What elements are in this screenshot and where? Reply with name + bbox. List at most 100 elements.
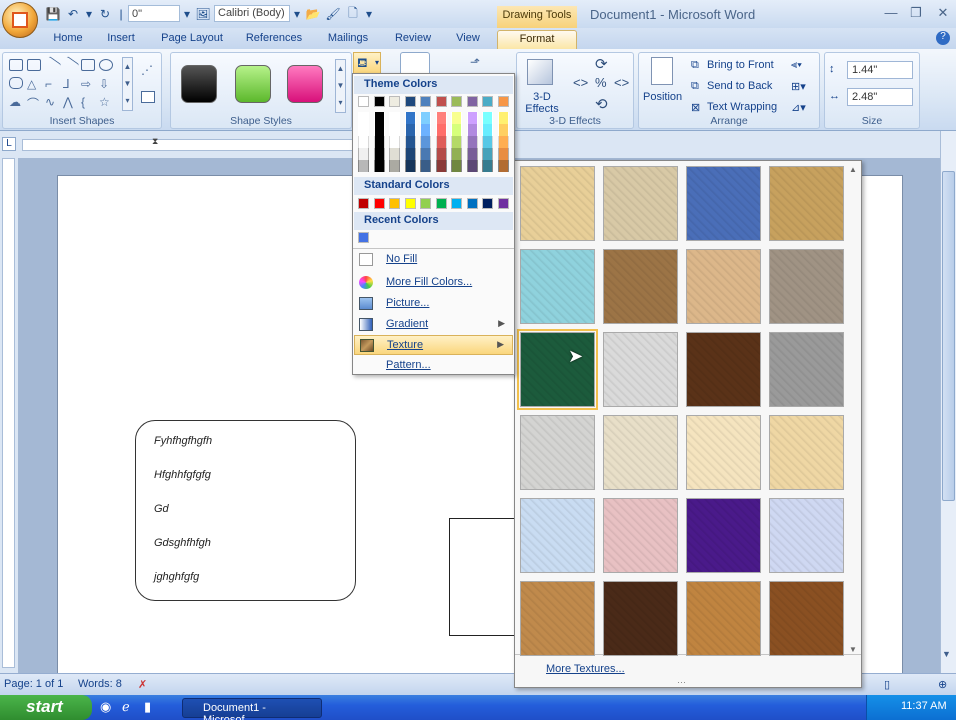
- texture-item[interactable]: Texture ▶: [354, 335, 513, 355]
- theme-shade-swatch[interactable]: [389, 112, 400, 124]
- scroll-down-icon[interactable]: ▼: [942, 649, 951, 659]
- theme-shade-swatch[interactable]: [420, 112, 431, 124]
- texture-papyrus[interactable]: [520, 166, 595, 241]
- theme-color-swatch[interactable]: [482, 96, 493, 107]
- font-size-input[interactable]: [128, 5, 180, 22]
- theme-shade-swatch[interactable]: [435, 124, 447, 136]
- tab-mailings[interactable]: Mailings: [320, 30, 376, 49]
- texture-purple-mesh[interactable]: [686, 498, 761, 573]
- texture-paper-bag[interactable]: [603, 249, 678, 324]
- styles-gallery-scroll[interactable]: ▲ ▼ ▾: [335, 59, 346, 113]
- 3d-toggle-icon[interactable]: %: [595, 75, 607, 90]
- word-count[interactable]: Words: 8: [78, 678, 122, 690]
- style-pink[interactable]: [287, 65, 323, 103]
- brace-shape-icon[interactable]: {: [81, 95, 95, 109]
- rounded-textbox-shape[interactable]: Fyhfhgfhgfh Hfghhfgfgfg Gd Gdsghfhfgh jg…: [135, 420, 356, 601]
- position-button[interactable]: Position: [643, 91, 682, 103]
- theme-color-swatch[interactable]: [373, 96, 385, 107]
- chrome-icon[interactable]: ◉: [100, 699, 111, 715]
- office-button[interactable]: [2, 2, 38, 38]
- texture-woven-mat[interactable]: [769, 166, 844, 241]
- standard-color-swatch[interactable]: [358, 198, 369, 209]
- oval-shape-icon[interactable]: [99, 59, 113, 71]
- height-input[interactable]: 1.44": [847, 61, 913, 79]
- elbow-connector-shape-icon[interactable]: ⅃: [63, 77, 77, 91]
- insert-picture-icon[interactable]: 🖼: [194, 5, 212, 23]
- tab-review[interactable]: Review: [388, 30, 438, 49]
- theme-shade-swatch[interactable]: [373, 112, 385, 124]
- theme-shade-swatch[interactable]: [404, 148, 416, 160]
- style-green[interactable]: [235, 65, 271, 103]
- new-document-icon[interactable]: 🗋: [344, 5, 362, 23]
- theme-color-swatch[interactable]: [435, 96, 447, 107]
- texture-water-droplets[interactable]: [520, 249, 595, 324]
- theme-shade-swatch[interactable]: [420, 124, 431, 136]
- theme-shade-swatch[interactable]: [451, 148, 462, 160]
- page-count[interactable]: Page: 1 of 1: [4, 678, 63, 690]
- standard-color-swatch[interactable]: [420, 198, 431, 209]
- theme-shade-swatch[interactable]: [497, 160, 509, 172]
- theme-color-swatch[interactable]: [451, 96, 462, 107]
- theme-shade-swatch[interactable]: [373, 136, 385, 148]
- width-input[interactable]: 2.48": [847, 88, 913, 106]
- theme-shade-swatch[interactable]: [358, 148, 369, 160]
- texture-brown-marble[interactable]: [686, 332, 761, 407]
- textbox-line[interactable]: Hfghhfgfgfg: [154, 469, 211, 481]
- draw-textbox-icon[interactable]: [141, 91, 155, 103]
- theme-shade-swatch[interactable]: [389, 124, 400, 136]
- texture-granite[interactable]: [769, 332, 844, 407]
- theme-shade-swatch[interactable]: [358, 160, 369, 172]
- right-arrow-shape-icon[interactable]: ⇨: [81, 77, 95, 91]
- theme-shade-swatch[interactable]: [435, 148, 447, 160]
- texture-newsprint[interactable]: [520, 415, 595, 490]
- theme-shade-swatch[interactable]: [497, 124, 509, 136]
- texture-pink-tissue-paper[interactable]: [603, 498, 678, 573]
- theme-shade-swatch[interactable]: [435, 112, 447, 124]
- curve-shape-icon[interactable]: ⌒: [27, 95, 41, 111]
- theme-shade-swatch[interactable]: [389, 136, 400, 148]
- recent-color-swatch[interactable]: [358, 232, 369, 243]
- undo-dropdown-icon[interactable]: ▾: [84, 5, 94, 23]
- gallery-scroll-up-icon[interactable]: ▲: [849, 165, 857, 174]
- vertical-ruler[interactable]: [2, 158, 15, 668]
- vertical-scrollbar[interactable]: ▼: [940, 131, 956, 673]
- texture-recycled-paper[interactable]: [603, 415, 678, 490]
- rectangle-shape-icon[interactable]: [9, 59, 23, 71]
- send-to-back-button[interactable]: Send to Back: [707, 80, 772, 92]
- zoom-slider-icon[interactable]: ▯: [884, 678, 890, 691]
- texture-green-marble[interactable]: [517, 329, 598, 410]
- restore-icon[interactable]: ❐: [905, 5, 927, 21]
- font-name-dropdown-icon[interactable]: ▾: [292, 5, 302, 23]
- scrollbar-thumb[interactable]: [942, 171, 955, 501]
- align-icon[interactable]: ⫷▾: [791, 59, 802, 72]
- standard-color-swatch[interactable]: [482, 198, 493, 209]
- rectangle-shape[interactable]: [449, 518, 519, 636]
- textbox-shape-icon[interactable]: [27, 59, 41, 71]
- shadow-nudge-icon[interactable]: ⬏: [470, 55, 480, 69]
- rounded-rect-shape-icon[interactable]: [9, 77, 23, 89]
- down-arrow-shape-icon[interactable]: ⇩: [99, 77, 113, 91]
- theme-shade-swatch[interactable]: [466, 136, 478, 148]
- text-wrapping-button[interactable]: Text Wrapping: [707, 101, 777, 113]
- theme-shade-swatch[interactable]: [482, 112, 493, 124]
- tab-format[interactable]: Format: [497, 30, 577, 49]
- redo-icon[interactable]: ↻: [96, 5, 114, 23]
- group-icon[interactable]: ⊞▾: [791, 80, 806, 93]
- texture-stationery[interactable]: [769, 415, 844, 490]
- pattern-item[interactable]: Pattern...: [354, 356, 513, 376]
- line-shape-icon[interactable]: [42, 56, 62, 74]
- theme-shade-swatch[interactable]: [482, 136, 493, 148]
- edit-shape-icon[interactable]: ⋰: [141, 63, 153, 77]
- arrow-shape-icon[interactable]: [60, 56, 80, 74]
- font-size-dropdown-icon[interactable]: ▾: [182, 5, 192, 23]
- texture-blue-tissue-paper[interactable]: [520, 498, 595, 573]
- theme-color-swatch[interactable]: [497, 96, 509, 107]
- theme-shade-swatch[interactable]: [404, 160, 416, 172]
- more-textures-link[interactable]: More Textures...: [546, 663, 625, 675]
- standard-color-swatch[interactable]: [451, 198, 462, 209]
- connector-shape-icon[interactable]: ⌐: [45, 77, 59, 91]
- taskbar-word-button[interactable]: Document1 - Microsof...: [182, 698, 322, 720]
- theme-shade-swatch[interactable]: [373, 124, 385, 136]
- tab-selector-icon[interactable]: L: [2, 137, 16, 151]
- standard-color-swatch[interactable]: [389, 198, 400, 209]
